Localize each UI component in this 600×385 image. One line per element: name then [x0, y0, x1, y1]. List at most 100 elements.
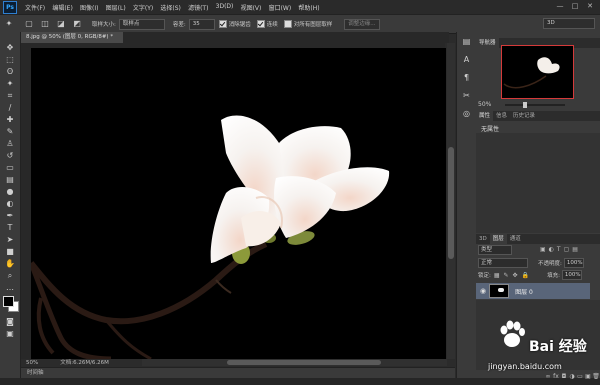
gradient-tool-icon[interactable]: ▤ — [3, 174, 17, 186]
screen-mode-icon[interactable]: ▣ — [3, 328, 17, 340]
close-icon[interactable]: ✕ — [584, 2, 596, 11]
zoom-tool-icon[interactable]: ⌕ — [3, 270, 17, 282]
eraser-tool-icon[interactable]: ▭ — [3, 162, 17, 174]
type-tool-icon[interactable]: T — [3, 222, 17, 234]
tolerance-label: 容差: — [172, 22, 186, 28]
tab-channels[interactable]: 通道 — [507, 234, 524, 244]
magic-wand-tool-icon[interactable]: ✦ — [4, 19, 14, 29]
foreground-color[interactable] — [3, 296, 14, 307]
add-selection-icon[interactable]: ◫ — [40, 19, 50, 29]
tools-preset-icon[interactable]: ✂ — [460, 90, 473, 102]
hand-tool-icon[interactable]: ✋ — [3, 258, 17, 270]
tolerance-input[interactable]: 35 — [188, 18, 215, 30]
layer-mask-icon[interactable]: ◘ — [560, 373, 568, 380]
character-panel-icon[interactable]: A — [460, 54, 473, 66]
new-layer-icon[interactable]: ▣ — [584, 373, 592, 380]
link-layers-icon[interactable]: ∞ — [544, 373, 552, 380]
layer-kind-select[interactable]: 类型 — [478, 244, 512, 255]
layer-row[interactable]: ◉ 图层 0 — [476, 283, 590, 299]
menu-image[interactable]: 图像(I) — [80, 3, 98, 12]
tab-3d[interactable]: 3D — [476, 234, 490, 244]
navigator-zoom-value[interactable]: 50% — [478, 101, 491, 108]
color-swatches[interactable] — [0, 294, 20, 316]
all-layers-checkbox[interactable] — [283, 20, 292, 28]
intersect-selection-icon[interactable]: ◩ — [72, 19, 82, 29]
lasso-tool-icon[interactable]: ʘ — [3, 66, 17, 78]
tab-info[interactable]: 信息 — [493, 111, 510, 121]
opacity-input[interactable]: 100% — [563, 258, 584, 268]
menu-file[interactable]: 文件(F) — [25, 3, 45, 12]
photoshop-logo: Ps — [3, 0, 17, 14]
path-selection-icon[interactable]: ➤ — [3, 234, 17, 246]
watermark-text: Bai 经验 — [529, 339, 587, 355]
zoom-level[interactable]: 50% — [26, 359, 38, 367]
panel-dock: ▤ A ¶ ✂ ◎ — [456, 32, 476, 378]
menu-type[interactable]: 文字(Y) — [133, 3, 153, 12]
navigator-zoom-knob[interactable] — [523, 101, 528, 108]
layer-style-icon[interactable]: fx — [552, 373, 560, 380]
delete-layer-icon[interactable]: 🗑 — [592, 373, 600, 380]
tools-panel: ✥ ⬚ ʘ ✦ ⌗ ∕ ✚ ✎ ♙ ↺ ▭ ▤ ● ◐ ✒ T ➤ ■ ✋ ⌕ … — [0, 32, 21, 378]
menu-select[interactable]: 选择(S) — [160, 3, 181, 12]
paragraph-panel-icon[interactable]: ¶ — [460, 72, 473, 84]
eyedropper-tool-icon[interactable]: ∕ — [3, 102, 17, 114]
more-tools-icon[interactable]: … — [3, 282, 17, 294]
sample-size-select[interactable]: 取样点 — [118, 18, 165, 30]
document-canvas[interactable] — [31, 48, 446, 359]
shape-tool-icon[interactable]: ■ — [3, 246, 17, 258]
menu-edit[interactable]: 编辑(E) — [52, 3, 72, 12]
magnolia-photo — [31, 115, 390, 359]
horizontal-scroll-thumb[interactable] — [227, 360, 381, 365]
subtract-selection-icon[interactable]: ◪ — [56, 19, 66, 29]
timeline-panel[interactable]: 时间轴 — [21, 367, 455, 378]
history-brush-icon[interactable]: ↺ — [3, 150, 17, 162]
contiguous-checkbox[interactable] — [256, 20, 265, 28]
tab-navigator[interactable]: 导航器 — [476, 38, 499, 48]
navigator-zoom-slider[interactable] — [505, 101, 566, 108]
quick-mask-icon[interactable]: ◙ — [3, 316, 17, 328]
dodge-tool-icon[interactable]: ◐ — [3, 198, 17, 210]
tab-properties[interactable]: 属性 — [476, 111, 494, 121]
menu-3d[interactable]: 3D(D) — [216, 3, 234, 12]
document-tab[interactable]: 8.jpg @ 50% (图层 0, RGB/8#) * — [21, 32, 123, 43]
menu-view[interactable]: 视图(V) — [241, 3, 262, 12]
brush-panel-icon[interactable]: ◎ — [460, 108, 473, 120]
filter-icons: ▣◐T▢▤ — [540, 246, 581, 253]
magic-wand-icon[interactable]: ✦ — [3, 78, 17, 90]
history-panel-icon[interactable]: ▤ — [460, 36, 473, 48]
workspace-select[interactable]: 3D — [543, 18, 595, 29]
tab-history[interactable]: 历史记录 — [510, 111, 538, 121]
fill-input[interactable]: 100% — [561, 270, 582, 280]
menu-window[interactable]: 窗口(W) — [269, 3, 292, 12]
vertical-scroll-thumb[interactable] — [448, 147, 454, 259]
marquee-tool-icon[interactable]: ⬚ — [3, 54, 17, 66]
move-tool-icon[interactable]: ✥ — [3, 42, 17, 54]
visibility-eye-icon[interactable]: ◉ — [480, 287, 486, 295]
brush-tool-icon[interactable]: ✎ — [3, 126, 17, 138]
refine-edge-button[interactable]: 调整边缘... — [344, 18, 380, 30]
clone-stamp-icon[interactable]: ♙ — [3, 138, 17, 150]
crop-tool-icon[interactable]: ⌗ — [3, 90, 17, 102]
document-size[interactable]: 文档:6.26M/6.26M — [60, 359, 109, 367]
maximize-icon[interactable]: □ — [569, 2, 581, 11]
menu-layer[interactable]: 图层(L) — [106, 3, 126, 12]
new-selection-icon[interactable]: ▢ — [24, 19, 34, 29]
lock-icons[interactable]: ▦✎✥🔒 — [494, 272, 533, 279]
menu-filter[interactable]: 滤镜(T) — [188, 3, 208, 12]
layers-footer: ∞ fx ◘ ◑ ▭ ▣ 🗑 — [476, 372, 600, 380]
blur-tool-icon[interactable]: ● — [3, 186, 17, 198]
group-icon[interactable]: ▭ — [576, 373, 584, 380]
anti-alias-checkbox[interactable] — [218, 20, 227, 28]
navigator-preview[interactable] — [501, 45, 574, 99]
all-layers-label: 对所有图层取样 — [293, 22, 333, 28]
menu-help[interactable]: 帮助(H) — [298, 3, 319, 12]
blend-mode-select[interactable]: 正常 — [478, 258, 528, 268]
minimize-icon[interactable]: — — [554, 2, 566, 11]
adjustment-layer-icon[interactable]: ◑ — [568, 373, 576, 380]
tab-layers[interactable]: 图层 — [489, 234, 507, 244]
healing-brush-icon[interactable]: ✚ — [3, 114, 17, 126]
pen-tool-icon[interactable]: ✒ — [3, 210, 17, 222]
layer-name[interactable]: 图层 0 — [515, 287, 533, 296]
options-bar: ✦ ▢ ◫ ◪ ◩ 取样大小: 取样点 容差: 35 消除锯齿 连续 对所有图层… — [0, 14, 600, 34]
navigator-zoom-bar: 50% — [478, 100, 596, 109]
